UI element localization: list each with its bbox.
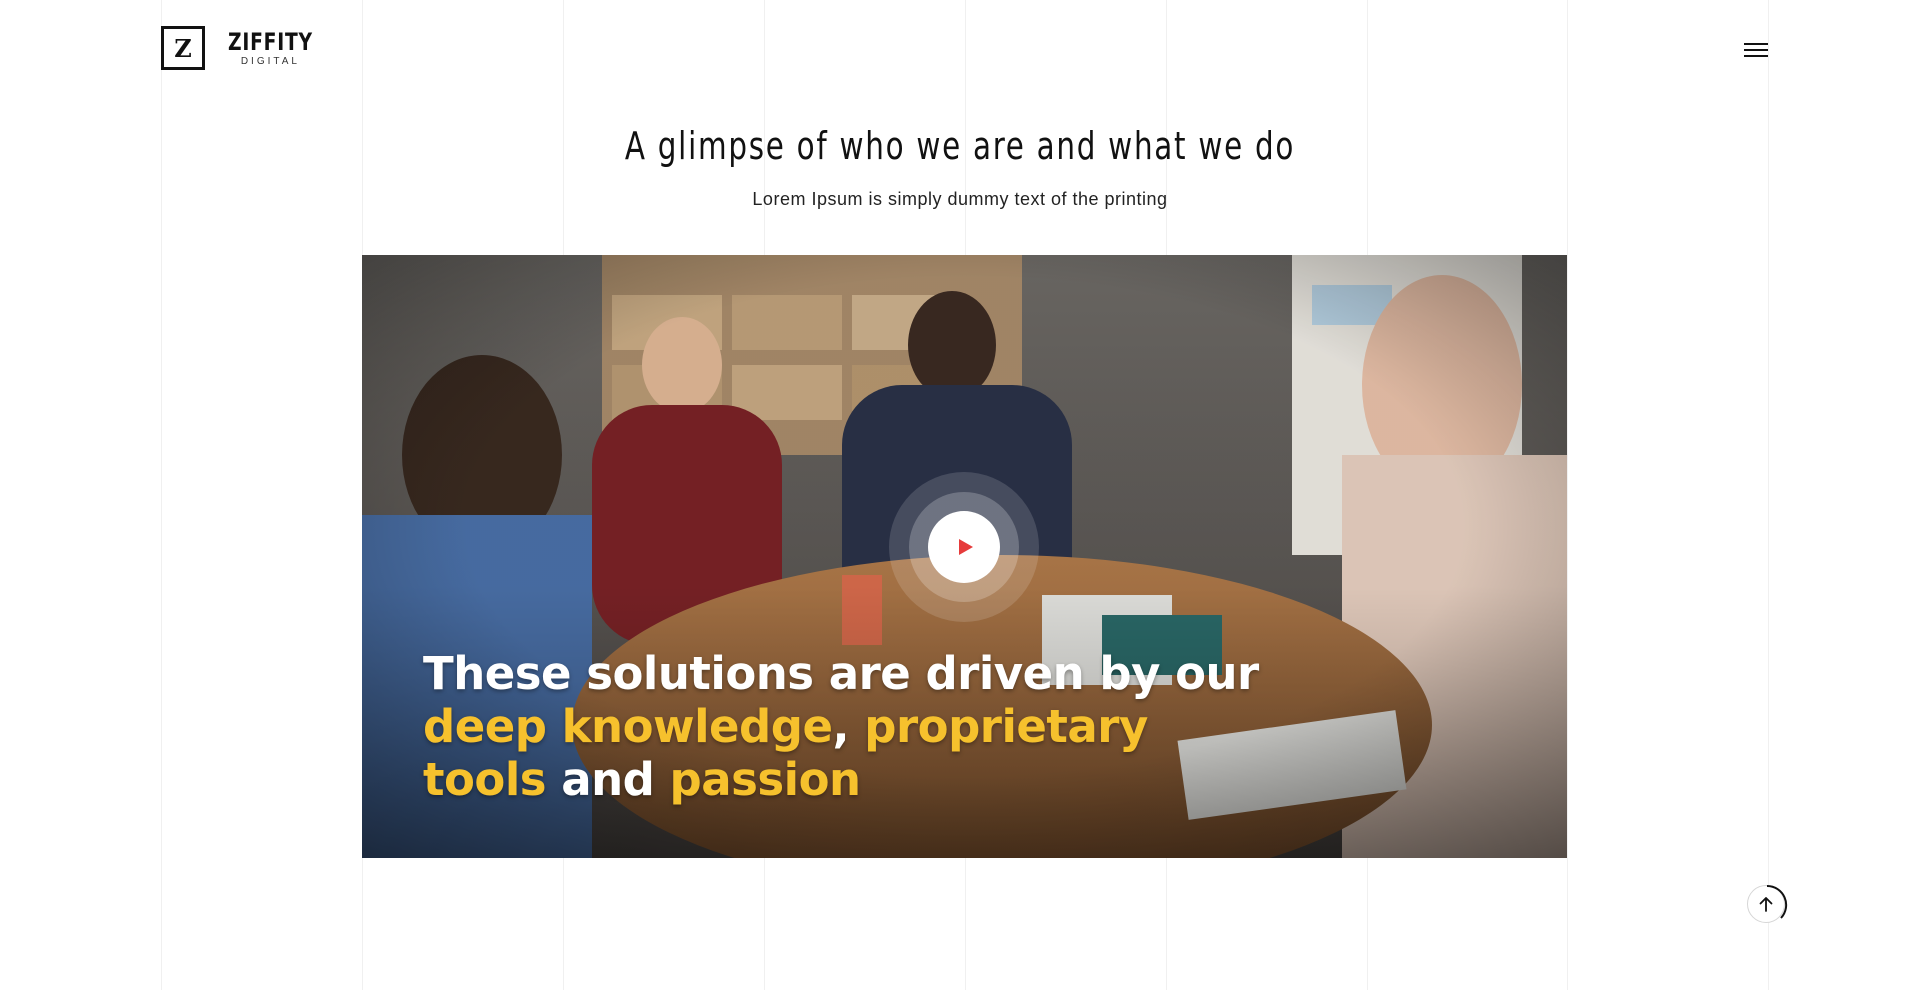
play-ring [909,492,1019,602]
caption-highlight: tools [423,753,547,806]
video-caption: These solutions are driven by our deep k… [423,647,1423,806]
play-button[interactable] [889,472,1039,622]
caption-highlight: passion [669,753,862,806]
caption-text: These solutions are driven by our [423,647,1259,700]
logo-mark: Z [161,26,205,70]
brand-tagline: DIGITAL [240,55,300,67]
play-circle [928,511,1000,583]
caption-text: and [546,753,670,806]
caption-highlight: proprietary [864,700,1148,753]
caption-line-2: deep knowledge, proprietary [423,700,1423,753]
progress-ring [1766,884,1788,919]
caption-line-3: tools and passion [423,753,1423,806]
site-header: Z ZIFFITY DIGITAL [0,0,1920,100]
logo-mark-letter: Z [174,33,192,63]
logo-text: ZIFFITY DIGITAL [216,30,325,67]
caption-text: , [832,700,865,753]
caption-highlight: deep knowledge [423,700,833,753]
hamburger-icon[interactable] [1744,40,1770,60]
brand-logo[interactable]: Z ZIFFITY DIGITAL [161,26,325,70]
page: Z ZIFFITY DIGITAL A glimpse of who we ar… [0,0,1920,990]
video-player[interactable]: These solutions are driven by our deep k… [362,255,1567,858]
play-icon [959,539,973,555]
section-subtitle: Lorem Ipsum is simply dummy text of the … [752,189,1168,209]
section-title: A glimpse of who we are and what we do [624,124,1296,168]
caption-line-1: These solutions are driven by our [423,647,1423,700]
back-to-top-button[interactable] [1747,884,1788,923]
brand-name: ZIFFITY [227,27,313,56]
